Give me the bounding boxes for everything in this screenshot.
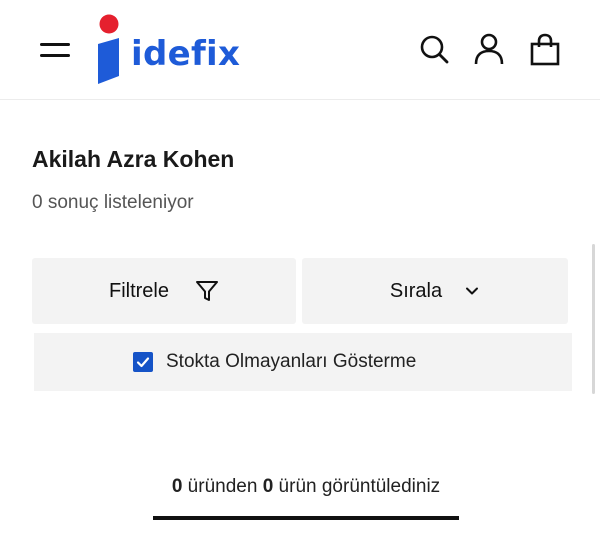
viewed-suffix-text: ürün görüntülediniz bbox=[273, 476, 441, 497]
sort-button[interactable]: Sırala bbox=[302, 258, 568, 324]
logo-mark bbox=[95, 14, 125, 86]
hamburger-menu-icon[interactable] bbox=[40, 39, 70, 61]
chevron-down-icon bbox=[466, 287, 479, 295]
search-icon[interactable] bbox=[417, 32, 451, 66]
viewed-progress-bar bbox=[153, 516, 459, 520]
scrollbar[interactable] bbox=[592, 244, 595, 394]
filter-button[interactable]: Filtrele bbox=[32, 258, 296, 324]
shopping-bag-icon[interactable] bbox=[528, 32, 562, 66]
viewed-products-text: 0 üründen 0 ürün görüntülediniz bbox=[0, 476, 600, 498]
page-title: Akilah Azra Kohen bbox=[32, 146, 235, 172]
hide-out-of-stock-label: Stokta Olmayanları Gösterme bbox=[166, 351, 417, 372]
viewed-count: 0 bbox=[171, 476, 183, 497]
site-header: idefix bbox=[0, 0, 600, 100]
checkbox-checked[interactable] bbox=[133, 352, 153, 372]
viewed-progress-fill bbox=[153, 516, 459, 520]
viewed-middle-text: üründen bbox=[182, 476, 263, 497]
filter-label: Filtrele bbox=[108, 279, 169, 302]
idefix-logo[interactable]: idefix bbox=[95, 14, 240, 86]
logo-text: idefix bbox=[131, 34, 241, 74]
sort-label: Sırala bbox=[389, 279, 443, 302]
hide-out-of-stock-toggle[interactable]: Stokta Olmayanları Gösterme bbox=[34, 333, 572, 391]
result-count: 0 sonuç listeleniyor bbox=[32, 192, 194, 213]
funnel-icon bbox=[196, 281, 218, 301]
total-count: 0 bbox=[262, 476, 274, 497]
user-icon[interactable] bbox=[472, 32, 506, 66]
